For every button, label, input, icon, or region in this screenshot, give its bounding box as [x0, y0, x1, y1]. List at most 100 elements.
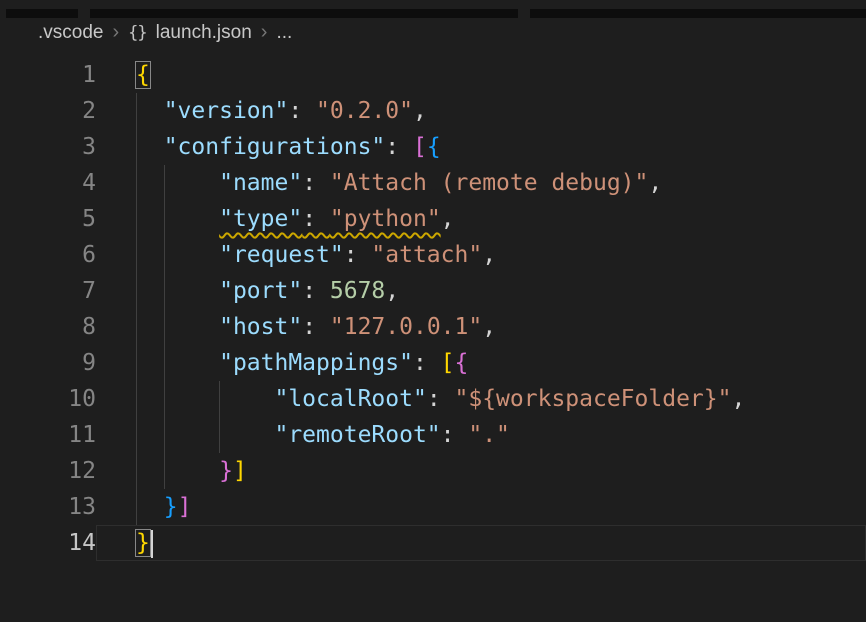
code-token: , — [413, 98, 427, 124]
code-token: { — [455, 350, 469, 376]
indent-guide — [136, 453, 137, 489]
indent-guide — [164, 309, 165, 345]
line-number[interactable]: 3 — [0, 129, 96, 165]
code-token: "." — [468, 422, 510, 448]
code-line[interactable]: 12 }] — [0, 453, 866, 489]
line-number[interactable]: 10 — [0, 381, 96, 417]
indent-guide — [164, 345, 165, 381]
code-token: , — [441, 206, 455, 232]
line-number[interactable]: 1 — [0, 57, 96, 93]
matched-bracket: { — [136, 62, 150, 88]
tab-separator — [78, 9, 90, 18]
code-token: : — [413, 350, 441, 376]
code-token: "configurations" — [164, 134, 386, 160]
code-line[interactable]: 11 "remoteRoot": "." — [0, 417, 866, 453]
code-token: : — [427, 386, 455, 412]
indent-guide — [136, 345, 137, 381]
line-number[interactable]: 2 — [0, 93, 96, 129]
code-line[interactable]: 1{ — [0, 57, 866, 93]
chevron-right-icon: › — [261, 21, 268, 44]
code-token: : — [344, 242, 372, 268]
code-token: , — [385, 278, 399, 304]
code-text[interactable]: }] — [96, 489, 866, 525]
matched-bracket: } — [136, 530, 150, 556]
tab-bar-edge — [0, 9, 866, 18]
code-token: 5678 — [330, 278, 385, 304]
code-line[interactable]: 2 "version": "0.2.0", — [0, 93, 866, 129]
code-token: : — [288, 98, 316, 124]
line-number[interactable]: 7 — [0, 273, 96, 309]
line-number[interactable]: 5 — [0, 201, 96, 237]
line-number[interactable]: 6 — [0, 237, 96, 273]
code-token: : — [302, 278, 330, 304]
code-token: "name" — [219, 170, 302, 196]
breadcrumb-folder[interactable]: .vscode — [38, 22, 103, 44]
breadcrumb-file[interactable]: launch.json — [156, 22, 252, 44]
code-line[interactable]: 8 "host": "127.0.0.1", — [0, 309, 866, 345]
code-line[interactable]: 7 "port": 5678, — [0, 273, 866, 309]
code-text[interactable]: "type": "python", — [96, 201, 866, 237]
indent-guide — [164, 201, 165, 237]
code-line[interactable]: 6 "request": "attach", — [0, 237, 866, 273]
code-line[interactable]: 3 "configurations": [{ — [0, 129, 866, 165]
line-number[interactable]: 12 — [0, 453, 96, 489]
code-text[interactable]: "localRoot": "${workspaceFolder}", — [96, 381, 866, 417]
indent-guide — [136, 165, 137, 201]
text-cursor — [151, 530, 153, 558]
code-token: } — [164, 494, 178, 520]
code-line[interactable]: 9 "pathMappings": [{ — [0, 345, 866, 381]
line-number[interactable]: 8 — [0, 309, 96, 345]
indent-guide — [136, 93, 137, 129]
code-token: "Attach (remote debug)" — [330, 170, 649, 196]
code-line[interactable]: 5 "type": "python", — [0, 201, 866, 237]
code-text[interactable]: "remoteRoot": "." — [96, 417, 866, 453]
code-line[interactable]: 14} — [0, 525, 866, 561]
tab-separator — [0, 9, 6, 18]
code-token: : — [385, 134, 413, 160]
code-text[interactable]: "pathMappings": [{ — [96, 345, 866, 381]
code-line[interactable]: 10 "localRoot": "${workspaceFolder}", — [0, 381, 866, 417]
code-token: , — [482, 314, 496, 340]
code-text[interactable]: "host": "127.0.0.1", — [96, 309, 866, 345]
line-number[interactable]: 14 — [0, 525, 96, 561]
code-text[interactable]: "request": "attach", — [96, 237, 866, 273]
line-number[interactable]: 4 — [0, 165, 96, 201]
code-token: "version" — [164, 98, 289, 124]
code-token: "pathMappings" — [219, 350, 413, 376]
code-token: "request" — [219, 242, 344, 268]
code-text[interactable]: }] — [96, 453, 866, 489]
code-text[interactable]: "port": 5678, — [96, 273, 866, 309]
indent-guide — [136, 309, 137, 345]
code-line[interactable]: 13 }] — [0, 489, 866, 525]
breadcrumb-symbol-ellipsis[interactable]: ... — [276, 22, 292, 44]
code-token: , — [648, 170, 662, 196]
code-token: ] — [233, 458, 247, 484]
code-token: : — [302, 170, 330, 196]
code-editor: 1{2 "version": "0.2.0",3 "configurations… — [0, 57, 866, 561]
indent-guide — [136, 201, 137, 237]
code-token: { — [427, 134, 441, 160]
line-number[interactable]: 11 — [0, 417, 96, 453]
indent-guide — [164, 273, 165, 309]
code-token: ] — [178, 494, 192, 520]
code-token: "attach" — [371, 242, 482, 268]
json-file-icon: {} — [128, 23, 146, 43]
code-line[interactable]: 4 "name": "Attach (remote debug)", — [0, 165, 866, 201]
code-token: "0.2.0" — [316, 98, 413, 124]
code-token: "${workspaceFolder}" — [455, 386, 732, 412]
indent-guide — [136, 489, 137, 525]
code-text[interactable]: } — [96, 525, 866, 561]
code-token: [ — [441, 350, 455, 376]
code-text[interactable]: "configurations": [{ — [96, 129, 866, 165]
code-text[interactable]: "name": "Attach (remote debug)", — [96, 165, 866, 201]
code-text[interactable]: "version": "0.2.0", — [96, 93, 866, 129]
code-token: "localRoot" — [274, 386, 426, 412]
tab-separator — [518, 9, 530, 18]
indent-guide — [136, 237, 137, 273]
code-text[interactable]: { — [96, 57, 866, 93]
code-token: "port" — [219, 278, 302, 304]
code-token: "host" — [219, 314, 302, 340]
line-number[interactable]: 9 — [0, 345, 96, 381]
code-token: : — [302, 314, 330, 340]
line-number[interactable]: 13 — [0, 489, 96, 525]
